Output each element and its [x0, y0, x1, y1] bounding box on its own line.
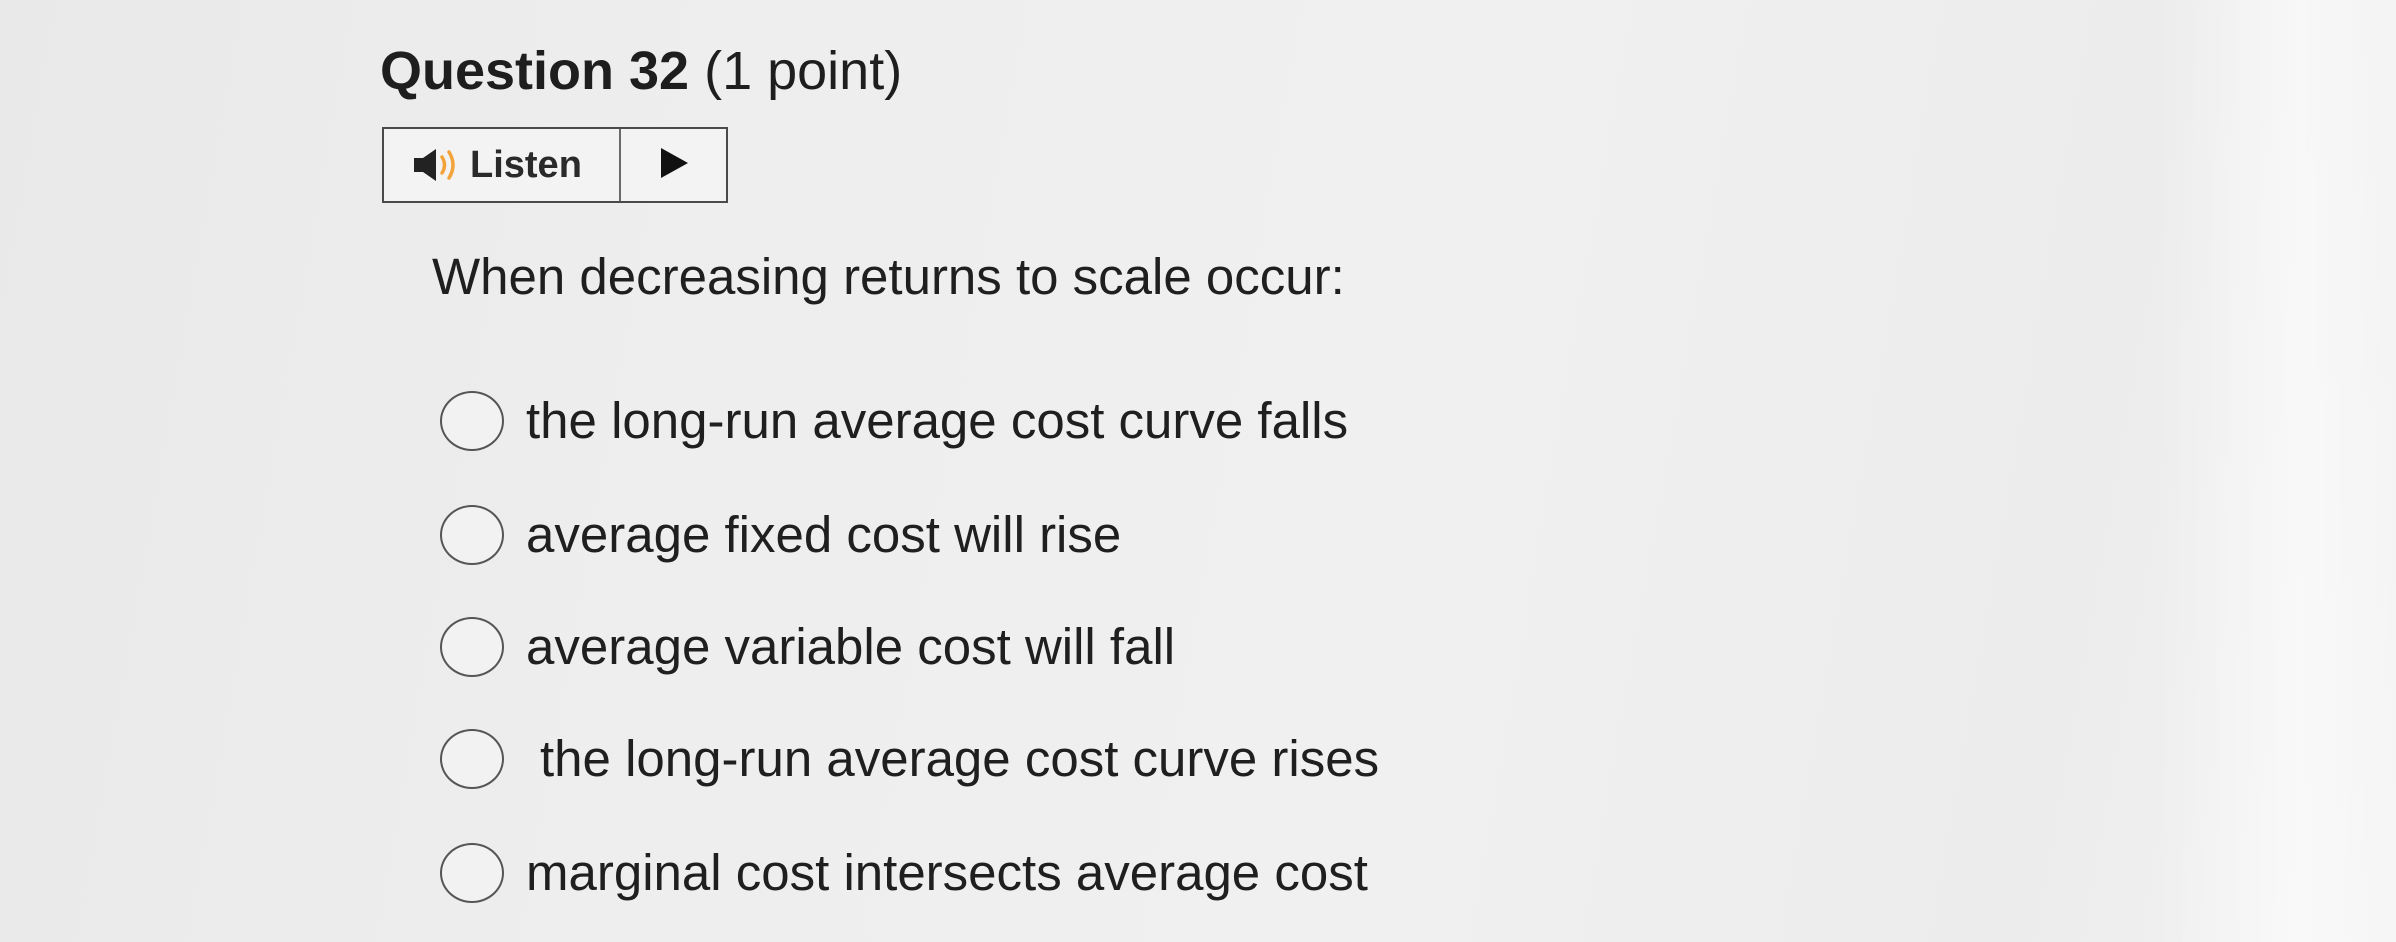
question-header: Question 32 (1 point) — [380, 36, 902, 106]
listen-widget: Listen — [382, 127, 728, 203]
answer-option[interactable]: the long-run average cost curve rises — [440, 726, 1379, 792]
listen-button[interactable]: Listen — [384, 129, 621, 201]
radio-button[interactable] — [440, 391, 504, 451]
answer-option-label: the long-run average cost curve rises — [540, 730, 1380, 787]
question-number: Question 32 — [380, 41, 690, 101]
radio-button[interactable] — [440, 843, 504, 903]
screen-glare — [2156, 0, 2396, 942]
radio-button[interactable] — [440, 617, 504, 677]
radio-button[interactable] — [440, 729, 504, 789]
question-points: (1 point) — [704, 41, 903, 101]
radio-button[interactable] — [440, 505, 504, 565]
answer-option-label: marginal cost intersects average cost — [526, 844, 1368, 901]
answer-option[interactable]: average fixed cost will rise — [440, 502, 1121, 568]
answer-option[interactable]: the long-run average cost curve falls — [440, 388, 1348, 454]
play-button[interactable] — [621, 129, 726, 201]
listen-label: Listen — [470, 143, 582, 186]
answer-option[interactable]: average variable cost will fall — [440, 614, 1175, 680]
answer-option[interactable]: marginal cost intersects average cost — [440, 840, 1368, 906]
answer-option-label: average variable cost will fall — [526, 618, 1176, 675]
play-icon — [657, 145, 691, 186]
answer-option-label: the long-run average cost curve falls — [526, 392, 1349, 449]
answer-option-label: average fixed cost will rise — [526, 506, 1122, 563]
speaker-icon — [412, 145, 464, 185]
question-prompt: When decreasing returns to scale occur: — [432, 248, 1345, 305]
